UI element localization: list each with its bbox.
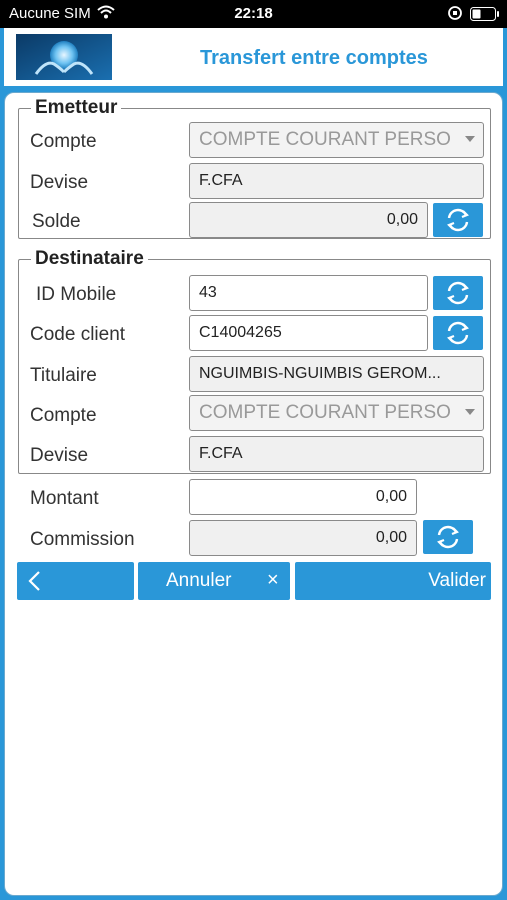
titulaire-label: Titulaire — [30, 365, 97, 386]
app-logo — [16, 34, 112, 80]
emetteur-devise-label: Devise — [30, 172, 89, 193]
cancel-button[interactable]: Annuler × — [138, 562, 290, 600]
destinataire-compte-value: COMPTE COURANT PERSO — [199, 402, 451, 423]
id-mobile-label: ID Mobile — [36, 284, 117, 305]
commission-label: Commission — [30, 529, 135, 550]
solde-label: Solde — [32, 211, 81, 232]
back-button[interactable] — [17, 562, 134, 600]
refresh-icon — [437, 525, 459, 549]
page-title: Transfert entre comptes — [200, 47, 428, 69]
rotation-lock-icon — [447, 5, 463, 25]
code-client-label: Code client — [30, 324, 126, 345]
destinataire-compte-label: Compte — [30, 405, 97, 426]
chevron-down-icon — [465, 136, 475, 142]
validate-button[interactable]: Valider — [295, 562, 491, 600]
emetteur-compte-label: Compte — [30, 131, 97, 152]
close-icon: × — [267, 569, 279, 591]
battery-icon — [470, 7, 500, 25]
destinataire-legend: Destinataire — [35, 248, 144, 269]
destinataire-devise-label: Devise — [30, 445, 89, 466]
montant-label: Montant — [30, 488, 99, 509]
emetteur-compte-value: COMPTE COURANT PERSO — [199, 129, 451, 150]
code-client-refresh-button[interactable] — [433, 316, 483, 350]
chevron-left-icon — [28, 571, 40, 591]
app-header: Transfert entre comptes — [4, 28, 503, 88]
emetteur-compte-select[interactable]: COMPTE COURANT PERSO — [189, 122, 484, 158]
validate-button-label: Valider — [428, 570, 486, 591]
solde-field: 0,00 — [189, 202, 428, 238]
commission-refresh-button[interactable] — [423, 520, 473, 554]
commission-field: 0,00 — [189, 520, 417, 556]
clock: 22:18 — [234, 5, 273, 22]
refresh-icon — [447, 281, 469, 305]
destinataire-compte-select[interactable]: COMPTE COURANT PERSO — [189, 395, 484, 431]
cancel-button-label: Annuler — [166, 570, 232, 591]
chevron-down-icon — [465, 409, 475, 415]
refresh-icon — [447, 208, 469, 232]
titulaire-field: NGUIMBIS-NGUIMBIS GEROM... — [189, 356, 484, 392]
destinataire-devise-field: F.CFA — [189, 436, 484, 472]
refresh-icon — [447, 321, 469, 345]
code-client-input[interactable]: C14004265 — [189, 315, 428, 351]
status-bar: Aucune SIM 22:18 — [0, 0, 507, 28]
emetteur-devise-field: F.CFA — [189, 163, 484, 199]
montant-input[interactable]: 0,00 — [189, 479, 417, 515]
transfer-form: Emetteur Compte COMPTE COURANT PERSO Dev… — [4, 92, 503, 896]
id-mobile-refresh-button[interactable] — [433, 276, 483, 310]
solde-refresh-button[interactable] — [433, 203, 483, 237]
id-mobile-input[interactable]: 43 — [189, 275, 428, 311]
emetteur-legend: Emetteur — [35, 97, 118, 118]
